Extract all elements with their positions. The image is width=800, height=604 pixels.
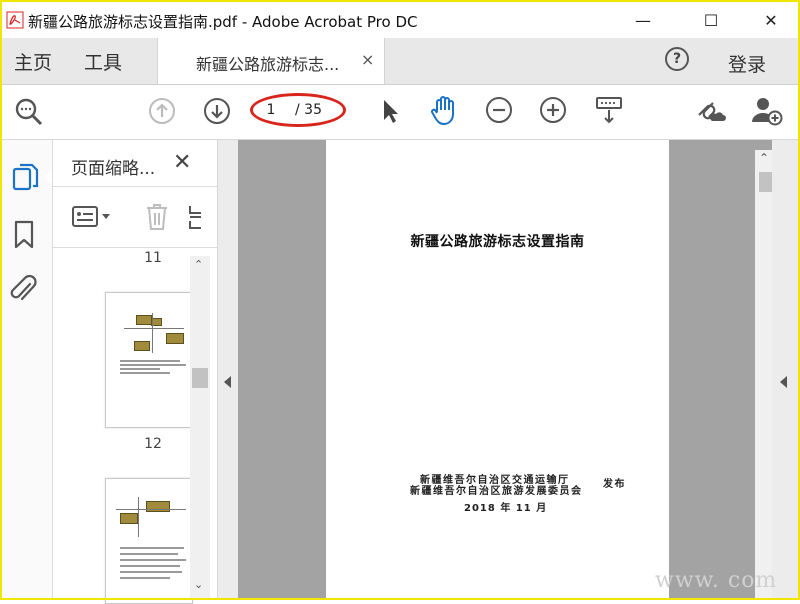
minus-circle-icon	[486, 97, 512, 123]
menu-tab-bar: 主页 工具 新疆公路旅游标志... × ? 登录	[2, 38, 798, 85]
title-bar: 新疆公路旅游标志设置指南.pdf - Adobe Acrobat Pro DC …	[2, 2, 798, 38]
menu-tools[interactable]: 工具	[84, 48, 122, 75]
close-icon: ✕	[764, 10, 778, 30]
document-title: 新疆公路旅游标志设置指南	[410, 234, 585, 250]
watermark: www. com	[655, 568, 778, 593]
panel-close-button[interactable]: ✕	[173, 150, 191, 175]
cursor-arrow-icon	[384, 100, 398, 123]
panel-scrollbar[interactable]: ⌃ ⌄	[190, 256, 210, 598]
document-tab-close-button[interactable]: ×	[361, 50, 374, 69]
options-menu-icon	[72, 206, 110, 227]
collapse-left-icon	[224, 376, 231, 388]
acrobat-app-icon	[6, 11, 24, 29]
bookmarks-button[interactable]	[12, 220, 38, 252]
zoom-search-button[interactable]	[12, 95, 46, 129]
thumbnail-page-label: 12	[144, 436, 162, 452]
plus-circle-icon	[540, 97, 566, 123]
magnifier-icon	[15, 98, 43, 126]
zoom-in-button[interactable]	[538, 95, 568, 125]
maximize-button[interactable]: ☐	[688, 2, 734, 38]
thumbnail-page-label: 11	[144, 250, 162, 266]
zoom-out-button[interactable]	[484, 95, 514, 125]
collapse-left-pane-button[interactable]	[218, 140, 238, 598]
previous-page-button[interactable]	[146, 95, 178, 127]
minimize-icon: —	[635, 10, 651, 30]
share-link-button[interactable]	[692, 94, 728, 128]
left-navigation-rail	[2, 140, 53, 598]
trash-icon	[147, 204, 167, 230]
paperclip-icon	[10, 274, 37, 301]
menu-home[interactable]: 主页	[14, 48, 52, 75]
keyboard-scroll-icon	[596, 97, 622, 124]
minimize-button[interactable]: —	[620, 2, 666, 38]
panel-scroll-thumb[interactable]	[192, 368, 208, 388]
arrow-up-circle-icon	[149, 98, 175, 124]
hand-icon	[431, 96, 454, 125]
attachments-button[interactable]	[10, 274, 40, 308]
publisher-2: 新疆维吾尔自治区旅游发展委员会	[410, 486, 583, 497]
document-tab[interactable]: 新疆公路旅游标志... ×	[157, 38, 385, 84]
thumbnail-options-button[interactable]	[71, 205, 111, 229]
publish-date: 2018 年 11 月	[464, 503, 548, 514]
active-pointer	[44, 170, 52, 184]
publish-word: 发布	[603, 479, 626, 490]
login-button[interactable]: 登录	[728, 50, 766, 77]
document-tab-label: 新疆公路旅游标志...	[196, 55, 340, 74]
thumbnail-page-12[interactable]	[105, 292, 193, 428]
next-page-button[interactable]	[201, 95, 233, 127]
chevron-up-icon[interactable]: ⌃	[759, 151, 769, 165]
panel-title: 页面缩略...	[71, 159, 156, 179]
document-scroll-thumb[interactable]	[759, 172, 773, 192]
thumbnail-page-13[interactable]	[105, 478, 193, 604]
delete-page-button[interactable]	[145, 203, 169, 231]
help-button[interactable]: ?	[665, 47, 689, 71]
scroll-mode-button[interactable]	[592, 94, 626, 128]
maximize-icon: ☐	[703, 10, 719, 30]
pdf-page: 新疆公路旅游标志设置指南 新疆维吾尔自治区交通运输厅 新疆维吾尔自治区旅游发展委…	[326, 140, 669, 598]
pages-copy-icon	[12, 163, 39, 191]
right-pane-toggle[interactable]	[772, 140, 798, 598]
chevron-down-icon[interactable]: ⌄	[194, 578, 203, 591]
page-thumbnails-button[interactable]	[10, 160, 40, 194]
insert-icon	[189, 206, 201, 229]
expand-right-icon	[780, 376, 787, 388]
window-title: 新疆公路旅游标志设置指南.pdf - Adobe Acrobat Pro DC	[28, 13, 418, 31]
chevron-up-icon[interactable]: ⌃	[194, 258, 203, 271]
bookmark-icon	[14, 220, 34, 249]
select-tool-button[interactable]	[376, 95, 404, 127]
help-icon: ?	[672, 51, 682, 67]
add-user-button[interactable]	[748, 94, 784, 128]
hand-tool-button[interactable]	[428, 94, 460, 128]
panel-toolbar	[53, 186, 217, 248]
highlight-ellipse	[250, 93, 346, 127]
add-person-icon	[752, 98, 783, 126]
close-window-button[interactable]: ✕	[748, 2, 794, 38]
insert-page-button[interactable]	[187, 203, 203, 231]
arrow-down-circle-icon	[204, 98, 230, 124]
link-cloud-icon	[698, 102, 726, 121]
